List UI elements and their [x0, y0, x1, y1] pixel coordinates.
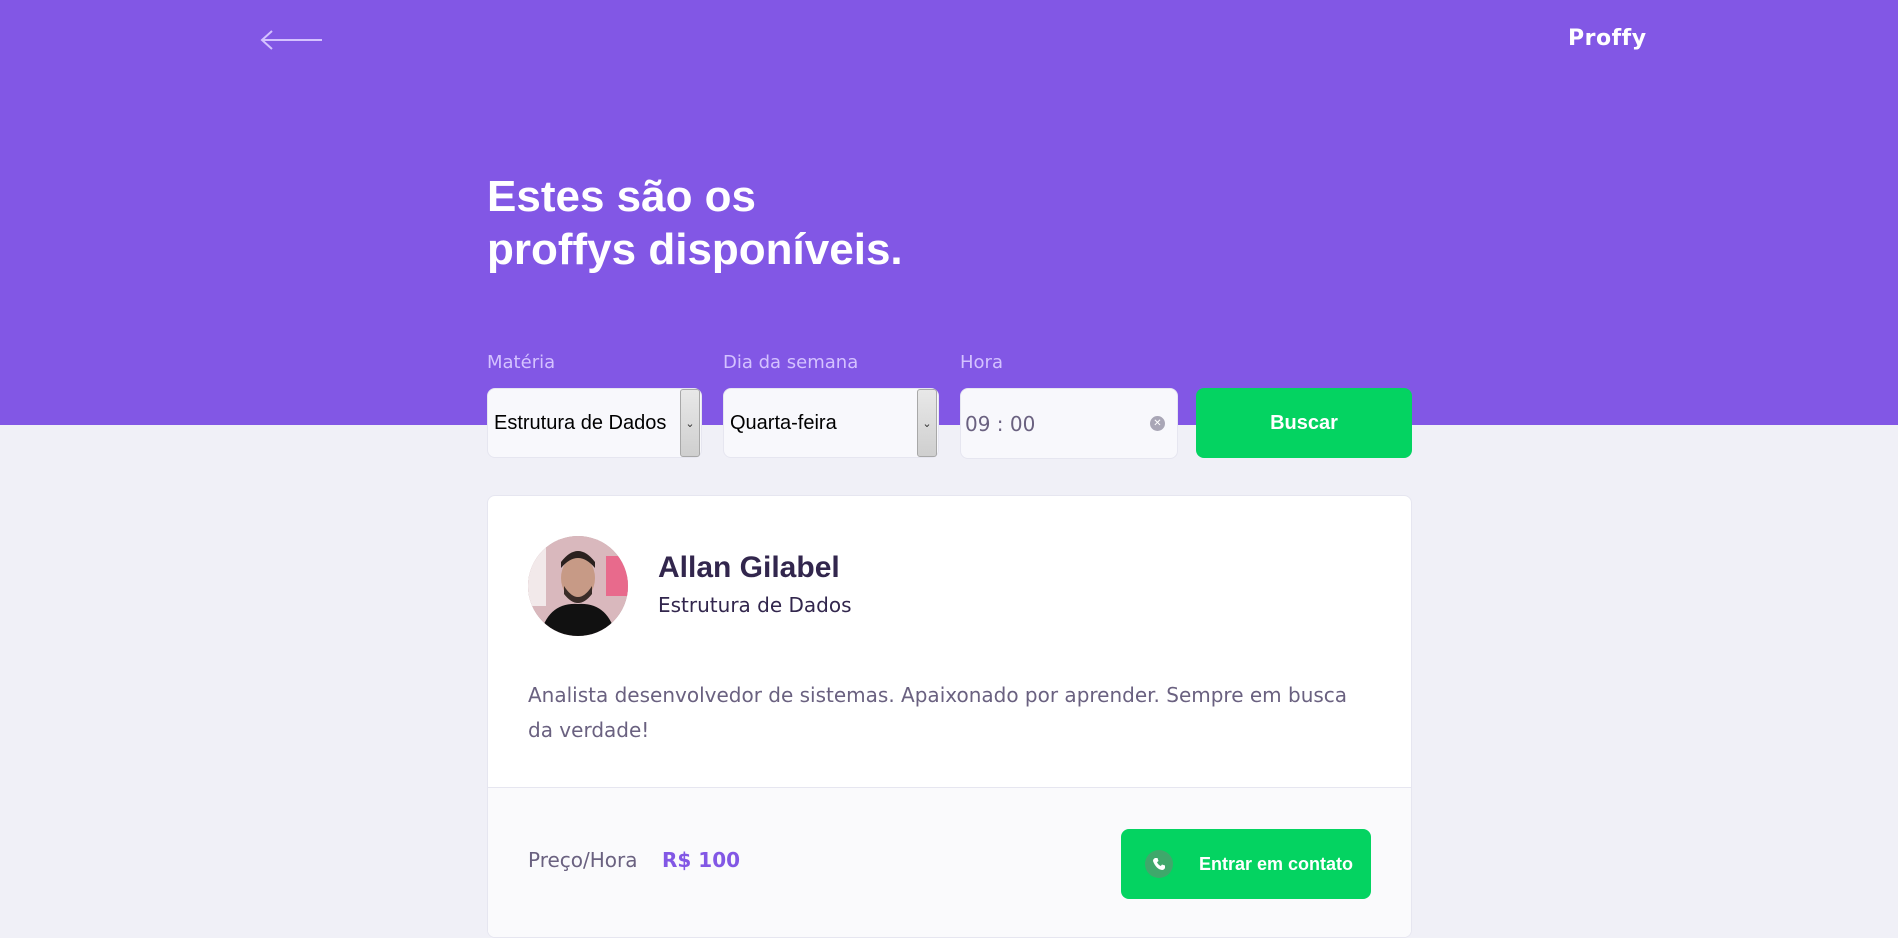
page-header: Proffy Estes são os proffys disponíveis.… [0, 0, 1898, 459]
clear-icon[interactable]: ✕ [1150, 416, 1165, 431]
time-label: Hora [960, 352, 1003, 373]
page-title-line-2: proffys disponíveis. [487, 225, 903, 274]
teacher-card-footer: Preço/Hora R$ 100 Entrar em contato [488, 787, 1411, 937]
contact-button-label: Entrar em contato [1199, 853, 1354, 874]
subject-label: Matéria [487, 352, 556, 373]
search-button[interactable]: Buscar [1196, 388, 1412, 458]
contact-button[interactable]: Entrar em contato [1121, 829, 1371, 899]
chevron-down-icon[interactable]: ⌄ [917, 389, 937, 457]
whatsapp-icon [1145, 850, 1173, 878]
weekday-select[interactable]: Quarta-feira ⌄ [723, 388, 939, 458]
subject-select-value: Estrutura de Dados [494, 411, 667, 434]
arrow-left-icon[interactable] [260, 28, 324, 52]
subject-select[interactable]: Estrutura de Dados ⌄ [487, 388, 702, 458]
weekday-label: Dia da semana [723, 352, 859, 373]
teacher-subject: Estrutura de Dados [658, 593, 852, 617]
page-title: Estes são os proffys disponíveis. [487, 170, 1047, 276]
teacher-name: Allan Gilabel [658, 551, 840, 584]
time-input[interactable]: 09 : 00 ✕ [960, 388, 1178, 459]
avatar [528, 536, 628, 636]
price-label: Preço/Hora [528, 848, 638, 872]
weekday-select-value: Quarta-feira [730, 411, 837, 434]
proffy-logo: Proffy [1568, 26, 1647, 51]
page-title-line-1: Estes são os [487, 172, 757, 221]
price-value: R$ 100 [662, 848, 741, 872]
time-input-value: 09 : 00 [965, 411, 1036, 436]
teacher-bio: Analista desenvolvedor de sistemas. Apai… [528, 683, 1348, 742]
chevron-down-icon[interactable]: ⌄ [680, 389, 700, 457]
teacher-card: Allan Gilabel Estrutura de Dados Analist… [487, 495, 1412, 938]
teacher-photo [528, 536, 628, 636]
